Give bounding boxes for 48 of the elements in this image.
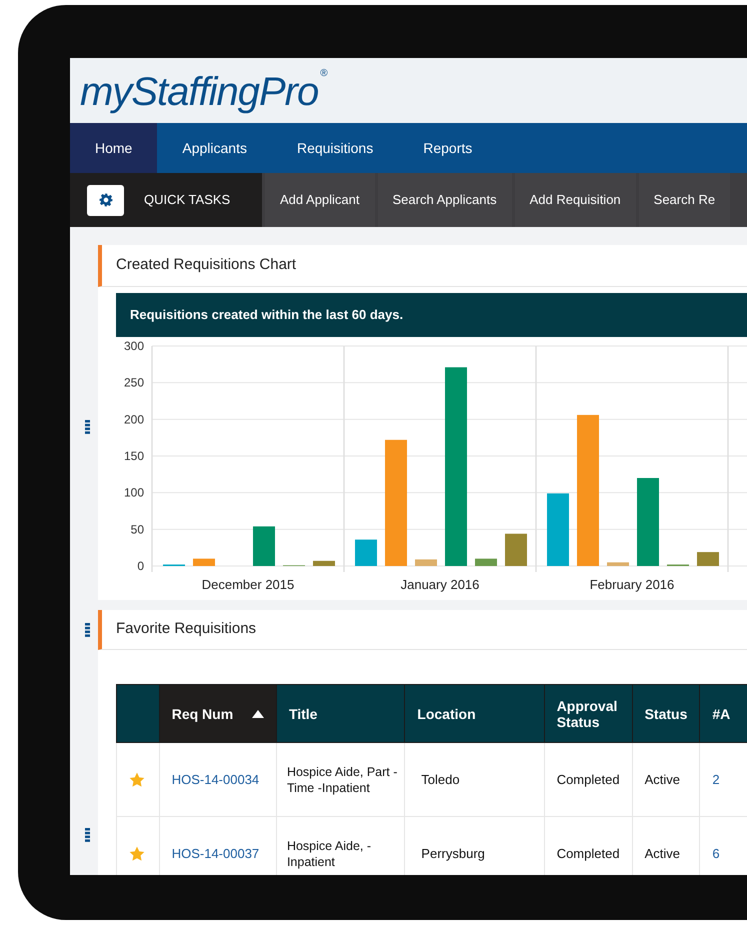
y-tick-label: 0	[137, 559, 144, 573]
table-cell-text: Completed	[556, 846, 620, 862]
column-header[interactable]: #A	[712, 706, 730, 722]
y-tick-label: 100	[124, 486, 144, 500]
table-cell-text: Perrysburg	[421, 846, 486, 862]
column-header[interactable]: Status	[644, 706, 688, 722]
count-link[interactable]: 6	[712, 846, 720, 861]
quick-tasks-label: QUICK TASKS	[144, 191, 230, 210]
column-header[interactable]: Req Num	[172, 706, 234, 722]
table-cell-text: Completed	[556, 772, 620, 788]
count-link[interactable]: 2	[712, 772, 720, 787]
star-icon[interactable]	[129, 846, 145, 862]
settings-button[interactable]	[87, 184, 124, 216]
table-cell-text: Hospice Aide, - Inpatient	[286, 838, 372, 870]
drag-handle-icon	[85, 828, 90, 842]
quick-task-button[interactable]: Add Applicant	[265, 173, 375, 227]
nav-tab[interactable]: Reports	[398, 123, 498, 173]
y-tick-label: 50	[130, 522, 144, 536]
y-tick-label: 250	[124, 376, 144, 390]
y-tick-label: 150	[124, 449, 144, 463]
column-header[interactable]: Title	[288, 706, 318, 722]
nav-tab[interactable]: Applicants	[157, 123, 272, 173]
drag-handle-icon	[85, 623, 90, 637]
requisition-link[interactable]: HOS-14-00037	[172, 846, 260, 861]
nav-tab[interactable]: Home	[70, 123, 158, 173]
drag-handle-icon	[85, 420, 90, 434]
x-axis-label: February 2016	[590, 577, 674, 592]
nav-tab[interactable]: Requisitions	[272, 123, 398, 173]
table-cell-text: Hospice Aide, Part -Time -Inpatient	[286, 764, 398, 796]
requisition-link[interactable]: HOS-14-00034	[172, 772, 260, 787]
table-cell-text: Active	[644, 772, 681, 788]
quick-task-button[interactable]: Add Requisition	[514, 173, 636, 227]
quick-task-button[interactable]: Search Re	[638, 173, 730, 227]
gear-icon	[98, 193, 112, 207]
x-axis-label: December 2015	[202, 577, 294, 592]
y-tick-label: 200	[124, 412, 144, 426]
star-icon[interactable]	[129, 772, 145, 788]
quick-task-button[interactable]: Search Applicants	[378, 173, 512, 227]
panel-title: Favorite Requisitions	[116, 619, 256, 640]
panel-title: Created Requisitions Chart	[116, 255, 296, 276]
logo: myStaffingPro$^{®}$	[80, 70, 327, 114]
table-cell-text: Toledo	[421, 772, 461, 788]
banner-text: Requisitions created within the last 60 days.	[130, 306, 404, 324]
x-axis-label: January 2016	[400, 577, 480, 592]
column-header[interactable]: Location	[417, 706, 476, 722]
table-cell-text: Active	[644, 846, 681, 862]
sort-ascending-icon[interactable]	[252, 710, 264, 718]
y-tick-label: 300	[124, 340, 144, 353]
